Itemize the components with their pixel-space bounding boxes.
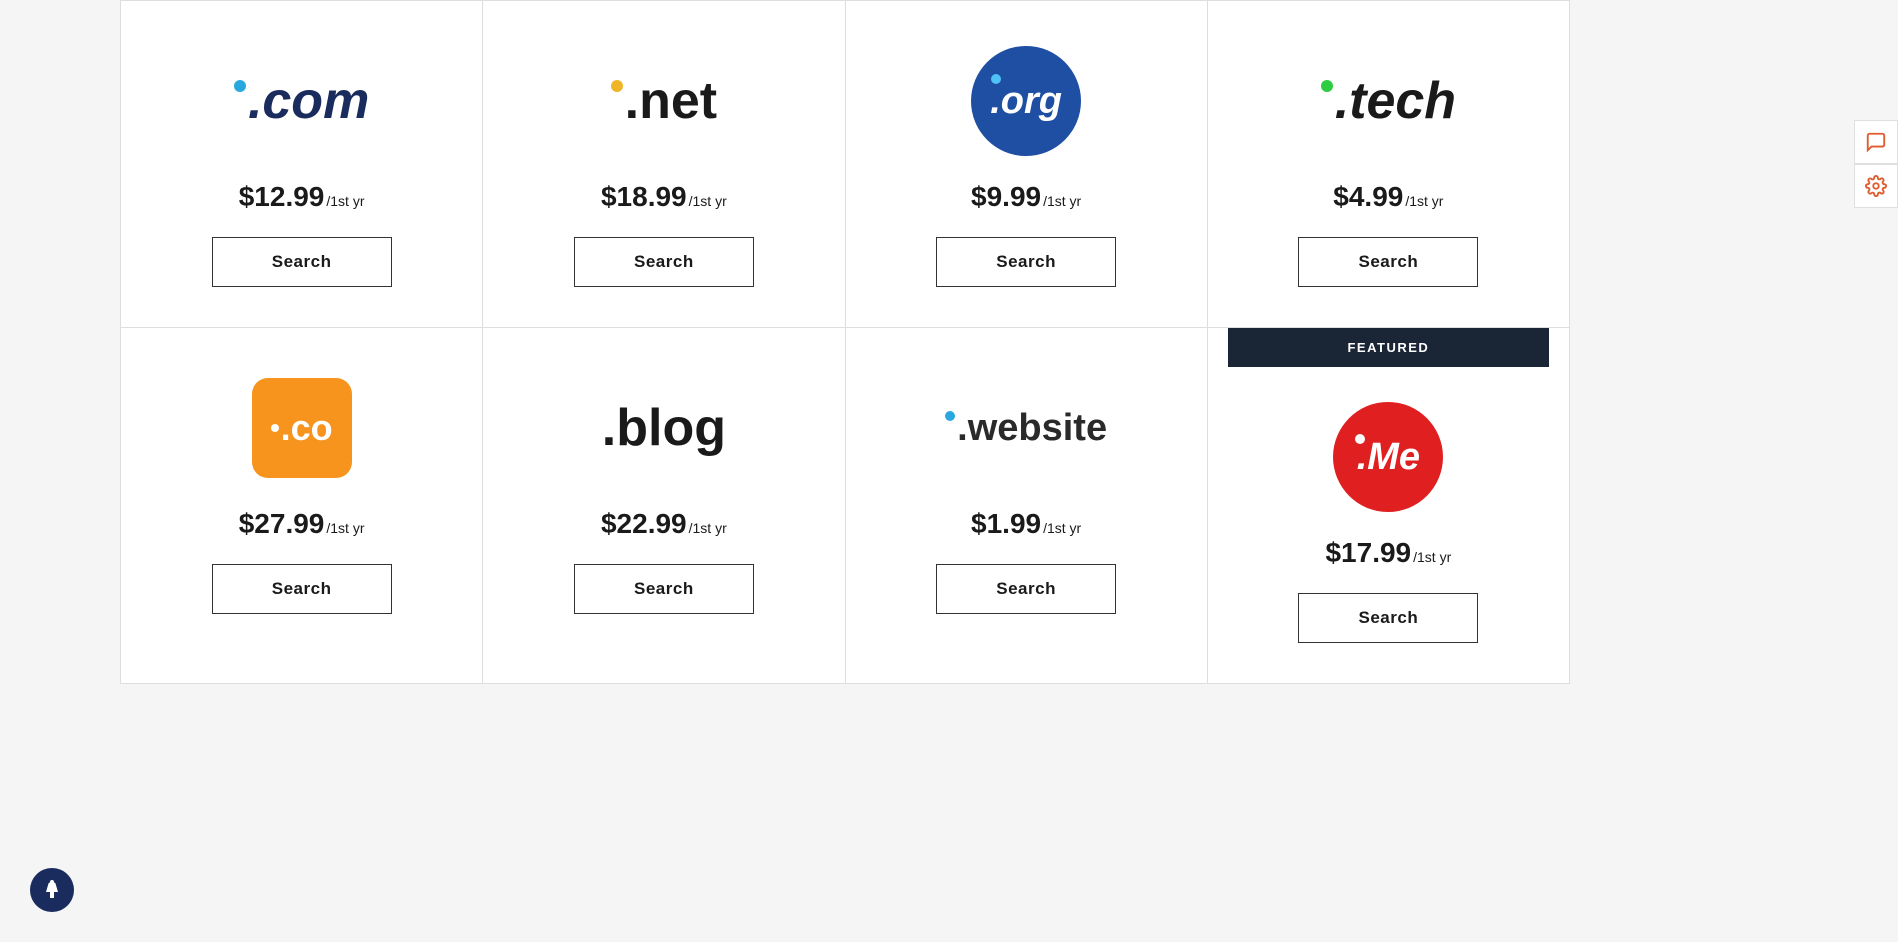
- tech-price-row: $4.99 /1st yr: [1333, 181, 1443, 213]
- tech-logo: .tech: [1321, 71, 1456, 131]
- co-price: $27.99: [239, 508, 325, 540]
- me-text: .Me: [1357, 436, 1420, 479]
- net-search-button[interactable]: Search: [574, 237, 754, 287]
- me-price: $17.99: [1325, 537, 1411, 569]
- chat-button[interactable]: [1854, 120, 1898, 164]
- net-text: .net: [625, 71, 717, 131]
- main-container: .com $12.99 /1st yr Search .net $18.99 /…: [120, 0, 1570, 684]
- me-price-row: $17.99 /1st yr: [1325, 537, 1451, 569]
- tech-dot: [1321, 80, 1333, 92]
- com-logo: .com: [234, 71, 369, 131]
- me-price-per: /1st yr: [1413, 549, 1451, 565]
- co-logo-area: .co: [252, 368, 352, 488]
- co-text: .co: [271, 407, 333, 449]
- website-logo: .website: [945, 407, 1107, 450]
- me-logo: .Me: [1333, 402, 1443, 512]
- domain-card-me: FEATURED .Me $17.99 /1st yr Search: [1208, 328, 1570, 684]
- domain-card-blog: .blog $22.99 /1st yr Search: [483, 328, 845, 684]
- net-price-per: /1st yr: [689, 193, 727, 209]
- domain-card-website: .website $1.99 /1st yr Search: [846, 328, 1208, 684]
- org-logo: .org: [971, 46, 1081, 156]
- side-widget: [1854, 120, 1898, 208]
- tech-price: $4.99: [1333, 181, 1403, 213]
- org-search-button[interactable]: Search: [936, 237, 1116, 287]
- net-price-row: $18.99 /1st yr: [601, 181, 727, 213]
- co-price-per: /1st yr: [326, 520, 364, 536]
- website-logo-area: .website: [945, 368, 1107, 488]
- website-text: .website: [957, 407, 1107, 450]
- blog-logo: .blog: [602, 398, 726, 458]
- blog-logo-area: .blog: [602, 368, 726, 488]
- org-price-row: $9.99 /1st yr: [971, 181, 1081, 213]
- com-search-button[interactable]: Search: [212, 237, 392, 287]
- com-text: .com: [248, 71, 369, 131]
- org-text: .org: [990, 80, 1062, 123]
- accessibility-button[interactable]: [30, 868, 74, 912]
- me-search-button[interactable]: Search: [1298, 593, 1478, 643]
- org-logo-area: .org: [971, 41, 1081, 161]
- tech-search-button[interactable]: Search: [1298, 237, 1478, 287]
- co-search-button[interactable]: Search: [212, 564, 392, 614]
- co-logo: .co: [252, 378, 352, 478]
- website-search-button[interactable]: Search: [936, 564, 1116, 614]
- com-logo-area: .com: [234, 41, 369, 161]
- tech-price-per: /1st yr: [1405, 193, 1443, 209]
- domain-card-com: .com $12.99 /1st yr Search: [121, 1, 483, 328]
- me-logo-area: .Me: [1333, 397, 1443, 517]
- tech-logo-area: .tech: [1321, 41, 1456, 161]
- co-dot: [271, 424, 279, 432]
- com-price-per: /1st yr: [326, 193, 364, 209]
- net-logo: .net: [611, 71, 717, 131]
- net-dot: [611, 80, 623, 92]
- domain-grid: .com $12.99 /1st yr Search .net $18.99 /…: [120, 0, 1570, 684]
- org-price: $9.99: [971, 181, 1041, 213]
- settings-button[interactable]: [1854, 164, 1898, 208]
- domain-card-co: .co $27.99 /1st yr Search: [121, 328, 483, 684]
- com-price-row: $12.99 /1st yr: [239, 181, 365, 213]
- featured-banner: FEATURED: [1228, 328, 1549, 367]
- website-price-per: /1st yr: [1043, 520, 1081, 536]
- blog-price-row: $22.99 /1st yr: [601, 508, 727, 540]
- com-price: $12.99: [239, 181, 325, 213]
- domain-card-tech: .tech $4.99 /1st yr Search: [1208, 1, 1570, 328]
- website-price: $1.99: [971, 508, 1041, 540]
- domain-card-org: .org $9.99 /1st yr Search: [846, 1, 1208, 328]
- blog-search-button[interactable]: Search: [574, 564, 754, 614]
- blog-price: $22.99: [601, 508, 687, 540]
- domain-card-net: .net $18.99 /1st yr Search: [483, 1, 845, 328]
- blog-price-per: /1st yr: [689, 520, 727, 536]
- co-price-row: $27.99 /1st yr: [239, 508, 365, 540]
- net-price: $18.99: [601, 181, 687, 213]
- website-price-row: $1.99 /1st yr: [971, 508, 1081, 540]
- com-dot: [234, 80, 246, 92]
- org-price-per: /1st yr: [1043, 193, 1081, 209]
- website-dot: [945, 411, 955, 421]
- net-logo-area: .net: [611, 41, 717, 161]
- tech-text: .tech: [1335, 71, 1456, 131]
